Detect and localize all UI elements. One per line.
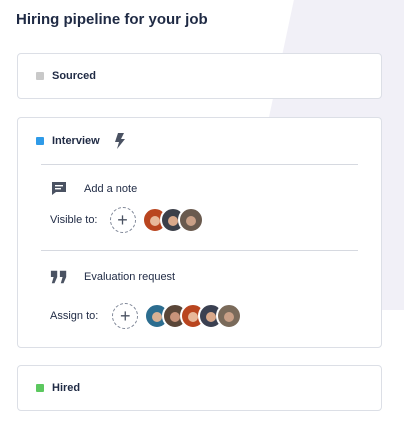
stage-color-dot (36, 72, 44, 80)
plus-icon: + (120, 306, 131, 326)
avatar[interactable] (177, 207, 204, 233)
stage-color-dot (36, 384, 44, 392)
page-title: Hiring pipeline for your job (16, 11, 208, 28)
visible-to-label: Visible to: (50, 214, 98, 226)
quote-icon (50, 268, 68, 286)
divider (41, 250, 358, 251)
stage-name: Hired (52, 382, 81, 394)
avatar-group (144, 303, 243, 329)
stage-name: Sourced (52, 70, 97, 82)
stage-header: Hired (36, 382, 80, 394)
assign-to-label: Assign to: (50, 310, 99, 322)
stage-header: Interview (36, 133, 126, 149)
avatar[interactable] (216, 303, 243, 329)
add-note-action[interactable]: Add a note (50, 181, 137, 196)
add-person-button[interactable]: + (109, 207, 136, 233)
stage-name: Interview (52, 135, 100, 147)
stage-card-interview[interactable]: Interview Add a note Visible to: + Evalu… (17, 117, 382, 348)
stage-header: Sourced (36, 70, 96, 82)
stage-card-hired[interactable]: Hired (17, 365, 382, 411)
lightning-bolt-icon[interactable] (114, 133, 126, 149)
comment-icon (50, 181, 68, 196)
visible-to-row: Visible to: + (50, 207, 204, 233)
avatar-group (141, 207, 204, 233)
assign-to-row: Assign to: + (50, 303, 243, 329)
divider (41, 164, 358, 165)
stage-card-sourced[interactable]: Sourced (17, 53, 382, 99)
add-note-label: Add a note (84, 182, 138, 195)
evaluation-request-action[interactable]: Evaluation request (50, 268, 175, 286)
add-person-button[interactable]: + (112, 303, 139, 329)
plus-icon: + (117, 210, 128, 230)
stage-color-dot (36, 137, 44, 145)
evaluation-request-label: Evaluation request (84, 271, 176, 283)
